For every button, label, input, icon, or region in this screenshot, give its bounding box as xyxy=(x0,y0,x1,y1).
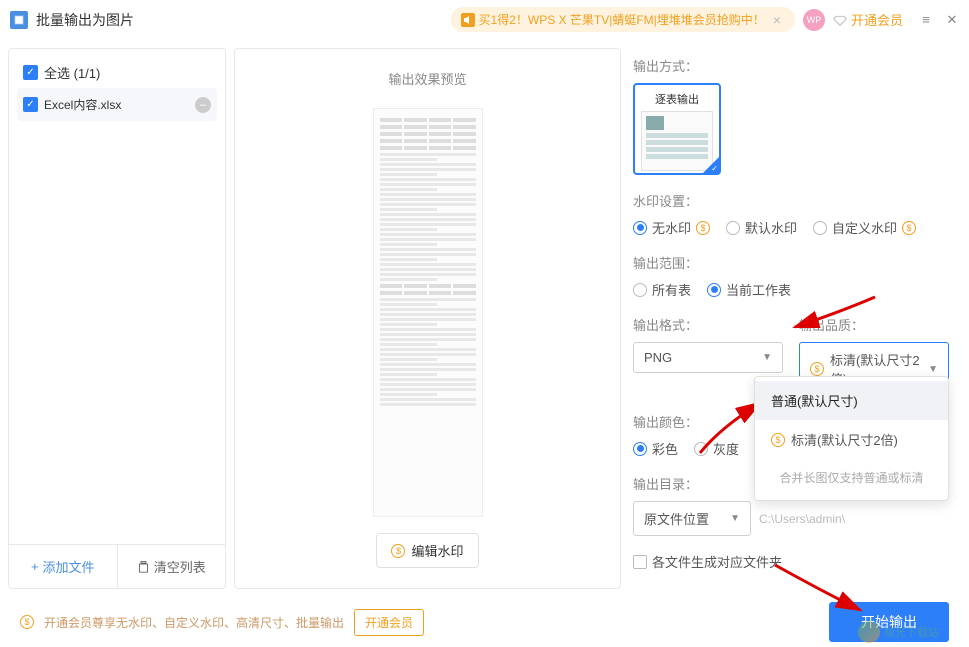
file-name: Excel内容.xlsx xyxy=(44,96,189,113)
radio-icon xyxy=(726,221,740,235)
diamond-icon xyxy=(833,13,847,27)
quality-dropdown-hint: 合并长图仅支持普通或标清 xyxy=(755,459,948,496)
quality-option-normal[interactable]: 普通(默认尺寸) xyxy=(755,381,948,420)
file-list-panel: ✓ 全选 (1/1) ✓ Excel内容.xlsx – + 添加文件 清空列表 xyxy=(8,48,226,589)
coin-icon: $ xyxy=(902,221,916,235)
output-mode-card[interactable]: 逐表输出 xyxy=(633,83,721,175)
promo-text: 买1得2！WPS X 芒果TV|蜻蜓FM|埋堆堆会员抢购中！ xyxy=(479,11,765,28)
format-label: 输出格式： xyxy=(633,315,783,334)
preview-thumbnail xyxy=(373,108,483,517)
coin-icon: $ xyxy=(696,221,710,235)
output-mode-group: 输出方式： 逐表输出 xyxy=(633,56,949,175)
chevron-down-icon: ▼ xyxy=(762,352,772,363)
file-checkbox[interactable]: ✓ xyxy=(23,97,38,112)
coin-icon: $ xyxy=(391,544,405,558)
vip-link[interactable]: 开通会员 xyxy=(833,10,903,29)
radio-icon xyxy=(707,283,721,297)
select-all-row[interactable]: ✓ 全选 (1/1) xyxy=(17,57,217,88)
watermark-custom-radio[interactable]: 自定义水印 $ xyxy=(813,218,916,237)
watermark-label: 水印设置： xyxy=(633,191,949,210)
main-content: ✓ 全选 (1/1) ✓ Excel内容.xlsx – + 添加文件 清空列表 … xyxy=(0,40,969,597)
select-all-checkbox[interactable]: ✓ xyxy=(23,65,38,80)
file-row[interactable]: ✓ Excel内容.xlsx – xyxy=(17,88,217,121)
avatar[interactable]: WP xyxy=(803,9,825,31)
title-area: 批量输出为图片 xyxy=(10,10,134,30)
checkbox-icon xyxy=(633,555,647,569)
radio-icon xyxy=(694,442,708,456)
title-bar: 批量输出为图片 买1得2！WPS X 芒果TV|蜻蜓FM|埋堆堆会员抢购中！ ×… xyxy=(0,0,969,40)
range-group: 输出范围： 所有表 当前工作表 xyxy=(633,253,949,299)
close-icon[interactable]: ✕ xyxy=(945,13,959,27)
speaker-icon xyxy=(461,13,475,27)
quality-label: 输出品质： xyxy=(799,315,949,334)
clear-list-button[interactable]: 清空列表 xyxy=(117,545,226,588)
file-list: ✓ 全选 (1/1) ✓ Excel内容.xlsx – xyxy=(9,49,225,544)
color-full-radio[interactable]: 彩色 xyxy=(633,439,678,458)
promo-banner[interactable]: 买1得2！WPS X 芒果TV|蜻蜓FM|埋堆堆会员抢购中！ × xyxy=(451,7,795,32)
watermark-group: 水印设置： 无水印 $ 默认水印 自定义水印 $ xyxy=(633,191,949,237)
output-mode-label: 输出方式： xyxy=(633,56,949,75)
preview-panel: 输出效果预览 xyxy=(234,48,621,589)
dir-path: C:\Users\admin\ xyxy=(759,512,845,526)
preview-title: 输出效果预览 xyxy=(388,69,466,88)
logo-icon xyxy=(858,621,880,643)
subfolder-checkbox[interactable]: 各文件生成对应文件夹 xyxy=(633,552,949,571)
radio-icon xyxy=(633,221,647,235)
quality-dropdown: 普通(默认尺寸) $ 标清(默认尺寸2倍) 合并长图仅支持普通或标清 xyxy=(754,376,949,501)
check-icon xyxy=(703,157,719,173)
edit-watermark-button[interactable]: $ 编辑水印 xyxy=(376,533,478,568)
app-icon xyxy=(10,11,28,29)
watermark-none-radio[interactable]: 无水印 $ xyxy=(633,218,710,237)
add-file-button[interactable]: + 添加文件 xyxy=(9,545,117,588)
file-list-actions: + 添加文件 清空列表 xyxy=(9,544,225,588)
chevron-down-icon: ▼ xyxy=(928,364,938,375)
radio-icon xyxy=(633,283,647,297)
footer-tip: 开通会员尊享无水印、自定义水印、高清尺寸、批量输出 xyxy=(44,614,344,631)
menu-icon[interactable]: ≡ xyxy=(919,13,933,27)
chevron-down-icon: ▼ xyxy=(730,513,740,524)
header-right: 买1得2！WPS X 芒果TV|蜻蜓FM|埋堆堆会员抢购中！ × WP 开通会员… xyxy=(451,7,959,32)
select-all-label: 全选 (1/1) xyxy=(44,63,100,82)
radio-icon xyxy=(813,221,827,235)
quality-option-hd[interactable]: $ 标清(默认尺寸2倍) xyxy=(755,420,948,459)
trash-icon xyxy=(137,560,150,573)
footer-left: $ 开通会员尊享无水印、自定义水印、高清尺寸、批量输出 开通会员 xyxy=(20,609,424,636)
site-watermark: 极光下载站 xyxy=(858,621,939,643)
range-current-radio[interactable]: 当前工作表 xyxy=(707,280,791,299)
watermark-default-radio[interactable]: 默认水印 xyxy=(726,218,797,237)
coin-icon: $ xyxy=(20,615,34,629)
promo-close-icon[interactable]: × xyxy=(769,12,785,28)
footer: $ 开通会员尊享无水印、自定义水印、高清尺寸、批量输出 开通会员 开始输出 xyxy=(0,597,969,647)
coin-icon: $ xyxy=(810,362,824,376)
plus-icon: + xyxy=(31,559,39,574)
range-label: 输出范围： xyxy=(633,253,949,272)
radio-icon xyxy=(633,442,647,456)
color-gray-radio[interactable]: 灰度 xyxy=(694,439,739,458)
settings-panel: 输出方式： 逐表输出 水印设置： 无水印 $ xyxy=(629,40,969,597)
coin-icon: $ xyxy=(771,433,785,447)
remove-file-icon[interactable]: – xyxy=(195,97,211,113)
window-title: 批量输出为图片 xyxy=(36,10,134,30)
range-all-radio[interactable]: 所有表 xyxy=(633,280,691,299)
format-select[interactable]: PNG ▼ xyxy=(633,342,783,373)
footer-vip-button[interactable]: 开通会员 xyxy=(354,609,424,636)
dir-select[interactable]: 原文件位置 ▼ xyxy=(633,501,751,536)
window-controls: ≡ ✕ xyxy=(919,13,959,27)
